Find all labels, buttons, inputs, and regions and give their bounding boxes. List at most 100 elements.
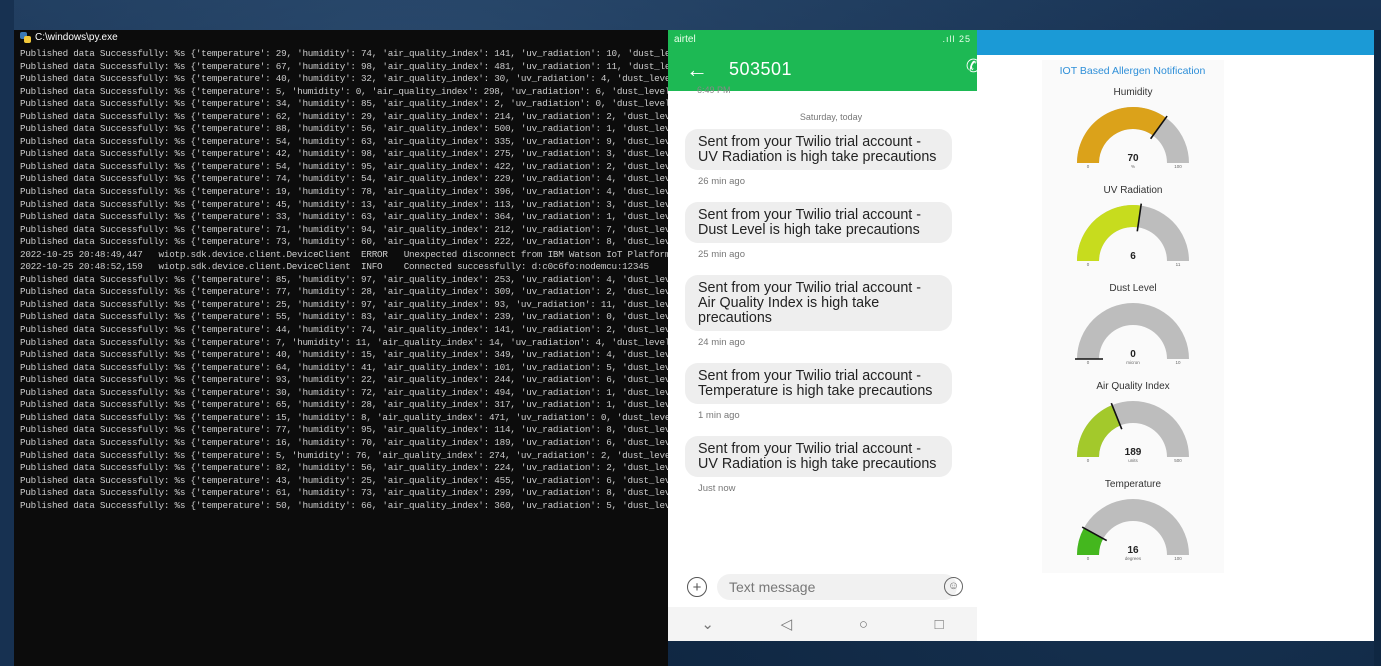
console-line: Published data Successfully: %s {'temper… bbox=[20, 449, 703, 461]
phone-sms-app: airtel .ıll 25 ← 503501 ✆ 6:49 PM Saturd… bbox=[668, 30, 977, 641]
message-time: Just now bbox=[698, 483, 736, 494]
message-bubble[interactable]: Sent from your Twilio trial account - Du… bbox=[685, 202, 952, 243]
console-line: Published data Successfully: %s {'temper… bbox=[20, 223, 708, 235]
gauge-max: 100 bbox=[1174, 556, 1182, 561]
gauge-value: 16 bbox=[1127, 545, 1139, 556]
gauge-value: 6 bbox=[1130, 251, 1136, 262]
gauge-unit: units bbox=[1128, 458, 1138, 463]
message-bubble[interactable]: Sent from your Twilio trial account - UV… bbox=[685, 129, 952, 170]
carrier-label: airtel bbox=[674, 33, 696, 45]
gauge-max: 500 bbox=[1174, 458, 1182, 463]
console-line: Published data Successfully: %s {'temper… bbox=[20, 298, 708, 310]
console-line: Published data Successfully: %s {'temper… bbox=[20, 186, 708, 198]
gauge-min: 0 bbox=[1087, 164, 1090, 169]
console-line: Published data Successfully: %s {'temper… bbox=[20, 474, 708, 486]
back-arrow-icon[interactable]: ← bbox=[686, 58, 712, 81]
message-bubble[interactable]: Sent from your Twilio trial account - Te… bbox=[685, 363, 952, 404]
desktop-edge-right bbox=[1374, 30, 1381, 666]
console-output: Published data Successfully: %s {'temper… bbox=[14, 45, 713, 512]
android-nav-bar: ⌄ ◁ ○ □ bbox=[668, 607, 977, 641]
console-line: Published data Successfully: %s {'temper… bbox=[20, 349, 708, 361]
gauge-title: Temperature bbox=[1104, 479, 1162, 490]
console-line: Published data Successfully: %s {'temper… bbox=[20, 85, 697, 97]
gauge-dial: 16degrees 0 100 bbox=[1077, 499, 1189, 561]
console-line: Published data Successfully: %s {'temper… bbox=[20, 60, 713, 72]
console-line: Published data Successfully: %s {'temper… bbox=[20, 424, 708, 436]
console-line: Published data Successfully: %s {'temper… bbox=[20, 487, 708, 499]
console-line: Published data Successfully: %s {'temper… bbox=[20, 135, 708, 147]
console-line: Published data Successfully: %s {'temper… bbox=[20, 198, 708, 210]
message-time: 1 min ago bbox=[698, 410, 740, 421]
gauge-dial: 6 0 11 bbox=[1077, 203, 1189, 267]
back-triangle-icon[interactable]: ◁ bbox=[781, 615, 793, 633]
console-line: Published data Successfully: %s {'temper… bbox=[20, 148, 708, 160]
console-line: Published data Successfully: %s {'temper… bbox=[20, 236, 708, 248]
python-icon bbox=[20, 32, 31, 43]
gauge-dial: 70% 0 100 bbox=[1077, 107, 1189, 169]
console-line: 2022-10-25 20:48:49,447 wiotp.sdk.device… bbox=[20, 248, 687, 260]
console-title: C:\windows\py.exe bbox=[35, 32, 118, 43]
message-time: 25 min ago bbox=[698, 249, 746, 260]
message-input-placeholder: Text message bbox=[729, 579, 816, 595]
gauge-unit: degrees bbox=[1125, 556, 1142, 561]
message-bubble[interactable]: Sent from your Twilio trial account - Ai… bbox=[685, 275, 952, 331]
desktop-edge bbox=[0, 0, 14, 666]
chevron-down-icon[interactable]: ⌄ bbox=[701, 615, 714, 633]
console-line: Published data Successfully: %s {'temper… bbox=[20, 462, 713, 474]
console-line: Published data Successfully: %s {'temper… bbox=[20, 399, 708, 411]
gauge-dial: 0micron0 10 bbox=[1075, 303, 1189, 365]
message-input[interactable]: Text message ☺ bbox=[717, 574, 963, 600]
iot-dashboard: IOT Based Allergen Notification Humidity… bbox=[977, 30, 1374, 641]
message-bubble[interactable]: Sent from your Twilio trial account - UV… bbox=[685, 436, 952, 477]
home-circle-icon[interactable]: ○ bbox=[859, 616, 868, 633]
gauge-max: 10 bbox=[1175, 360, 1181, 365]
console-line: Published data Successfully: %s {'temper… bbox=[20, 98, 697, 110]
gauge-title: Air Quality Index bbox=[1096, 381, 1170, 392]
status-bar: airtel .ıll 25 bbox=[668, 30, 977, 48]
console-titlebar[interactable]: C:\windows\py.exe bbox=[14, 30, 668, 45]
console-line: Published data Successfully: %s {'temper… bbox=[20, 123, 708, 135]
console-line: Published data Successfully: %s {'temper… bbox=[20, 336, 697, 348]
console-window[interactable]: C:\windows\py.exe Published data Success… bbox=[14, 30, 713, 666]
gauge-value: 0 bbox=[1130, 349, 1136, 360]
contact-name: 503501 bbox=[729, 59, 793, 79]
dashboard-title: IOT Based Allergen Notification bbox=[1059, 65, 1206, 77]
add-icon[interactable]: + bbox=[687, 577, 707, 597]
console-line: 2022-10-25 20:48:52,159 wiotp.sdk.device… bbox=[20, 261, 649, 273]
gauge-min: 0 bbox=[1087, 262, 1090, 267]
console-line: Published data Successfully: %s {'temper… bbox=[20, 48, 713, 59]
date-separator: Saturday, today bbox=[799, 112, 863, 122]
message-time: 26 min ago bbox=[698, 176, 746, 187]
console-line: Published data Successfully: %s {'temper… bbox=[20, 411, 708, 423]
gauge-title: UV Radiation bbox=[1103, 185, 1163, 196]
previous-message-time: 6:49 PM bbox=[697, 85, 731, 95]
gauge-widget: Dust Level 0 micron 0 10 bbox=[1042, 283, 1224, 367]
gauge-widget: Air Quality Index 189 units 0 500 bbox=[1042, 381, 1224, 465]
emoji-icon[interactable]: ☺ bbox=[944, 577, 963, 596]
recents-square-icon[interactable]: □ bbox=[935, 616, 944, 633]
console-line: Published data Successfully: %s {'temper… bbox=[20, 499, 708, 511]
gauge-unit: micron bbox=[1126, 360, 1140, 365]
gauge-max: 11 bbox=[1176, 262, 1181, 267]
console-line: Published data Successfully: %s {'temper… bbox=[20, 273, 708, 285]
console-line: Published data Successfully: %s {'temper… bbox=[20, 110, 708, 122]
compose-bar: + Text message ☺ bbox=[668, 571, 977, 603]
phone-icon[interactable]: ✆ bbox=[966, 56, 977, 77]
message-thread[interactable]: 6:49 PM Saturday, today Sent from your T… bbox=[668, 85, 977, 509]
console-line: Published data Successfully: %s {'temper… bbox=[20, 386, 708, 398]
gauge-widget: Temperature 16 degrees 0 100 bbox=[1042, 479, 1224, 563]
console-line: Published data Successfully: %s {'temper… bbox=[20, 173, 708, 185]
console-line: Published data Successfully: %s {'temper… bbox=[20, 324, 708, 336]
console-line: Published data Successfully: %s {'temper… bbox=[20, 311, 708, 323]
gauge-unit: % bbox=[1131, 164, 1135, 169]
console-line: Published data Successfully: %s {'temper… bbox=[20, 361, 708, 373]
status-icons: .ıll 25 bbox=[942, 34, 971, 44]
console-line: Published data Successfully: %s {'temper… bbox=[20, 286, 708, 298]
message-time: 24 min ago bbox=[698, 337, 746, 348]
console-line: Published data Successfully: %s {'temper… bbox=[20, 436, 708, 448]
gauge-title: Dust Level bbox=[1109, 283, 1157, 294]
dashboard-topbar bbox=[977, 30, 1374, 55]
console-line: Published data Successfully: %s {'temper… bbox=[20, 374, 713, 386]
console-line: Published data Successfully: %s {'temper… bbox=[20, 73, 703, 85]
gauge-fill bbox=[1077, 405, 1121, 457]
